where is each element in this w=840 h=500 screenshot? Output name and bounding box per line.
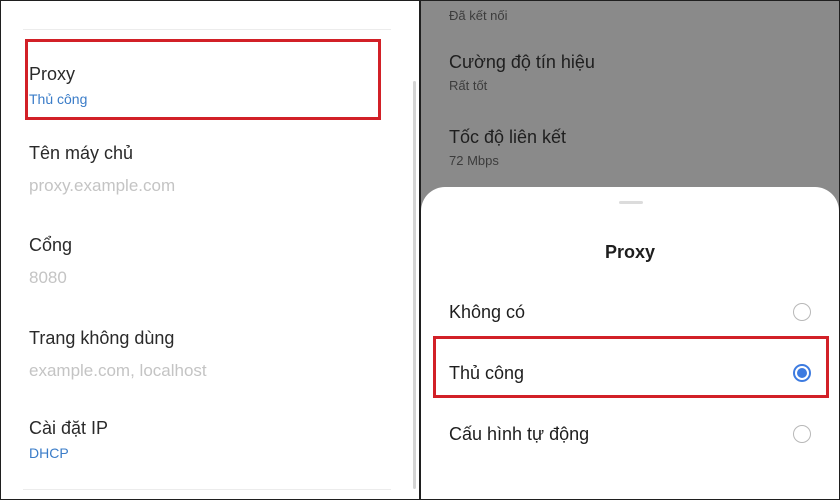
ip-settings-row[interactable]: Cài đặt IP DHCP — [29, 417, 108, 462]
port-row: Cổng 8080 — [29, 234, 72, 288]
highlight-box-manual-option — [433, 336, 829, 398]
hostname-row: Tên máy chủ proxy.example.com — [29, 142, 175, 196]
sheet-title: Proxy — [604, 242, 656, 262]
proxy-settings-panel: Proxy Thủ công Tên máy chủ proxy.example… — [0, 0, 420, 500]
divider — [23, 489, 391, 490]
option-none[interactable]: Không có — [421, 289, 839, 333]
sheet-drag-handle[interactable] — [619, 201, 643, 204]
link-speed-item: Tốc độ liên kết 72 Mbps — [449, 126, 566, 169]
proxy-picker-panel: Đã kết nối Cường độ tín hiệu Rất tốt Tốc… — [420, 0, 840, 500]
link-speed-label: Tốc độ liên kết — [449, 127, 567, 147]
hostname-input[interactable]: proxy.example.com — [29, 176, 175, 196]
bypass-row: Trang không dùng example.com, localhost — [29, 327, 207, 381]
option-none-label: Không có — [449, 302, 526, 322]
ip-settings-label: Cài đặt IP — [29, 418, 109, 438]
port-input[interactable]: 8080 — [29, 268, 72, 288]
connection-status-item: Đã kết nối — [449, 3, 508, 24]
option-auto-config-label: Cấu hình tự động — [449, 424, 590, 444]
signal-strength-value: Rất tốt — [449, 78, 488, 93]
ip-settings-value: DHCP — [29, 445, 69, 461]
signal-strength-label: Cường độ tín hiệu — [449, 52, 595, 72]
highlight-box-proxy-row — [25, 39, 381, 120]
link-speed-value: 72 Mbps — [449, 153, 499, 168]
divider — [23, 29, 391, 30]
proxy-bottom-sheet: Proxy Không có Thủ công Cấu hình tự động — [421, 187, 839, 499]
bypass-label: Trang không dùng — [29, 328, 175, 348]
signal-strength-item: Cường độ tín hiệu Rất tốt — [449, 51, 595, 94]
connection-status-value: Đã kết nối — [449, 8, 508, 23]
scrollbar[interactable] — [413, 81, 416, 489]
radio-unchecked-icon[interactable] — [793, 303, 811, 321]
port-label: Cổng — [29, 235, 73, 255]
radio-unchecked-icon[interactable] — [793, 425, 811, 443]
bypass-input[interactable]: example.com, localhost — [29, 361, 207, 381]
option-auto-config[interactable]: Cấu hình tự động — [421, 411, 839, 455]
hostname-label: Tên máy chủ — [29, 143, 134, 163]
